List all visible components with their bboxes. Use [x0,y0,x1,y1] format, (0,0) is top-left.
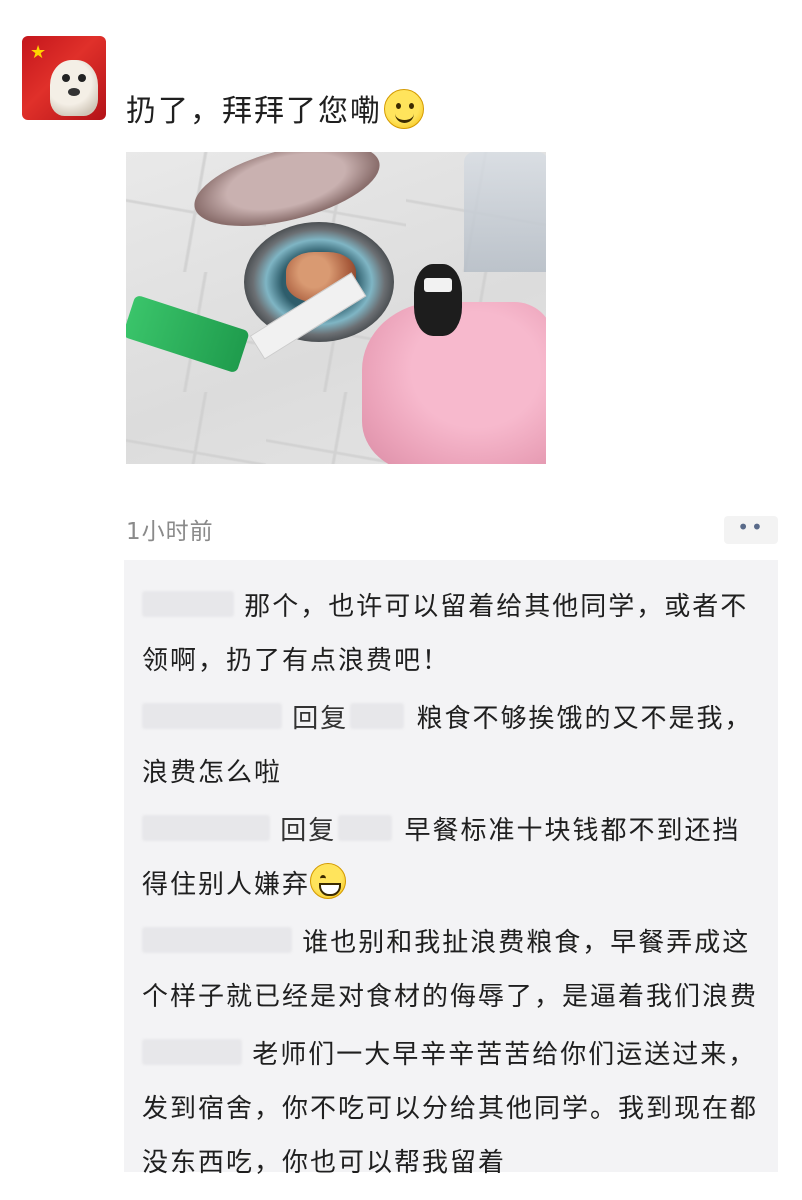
post-timestamp: 1小时前 [126,519,214,545]
smile-emoji-icon [384,89,424,129]
pet-photo [50,60,98,116]
comment-item[interactable]: 那个，也许可以留着给其他同学，或者不领啊，扔了有点浪费吧！ [142,580,760,688]
reply-target-redacted [338,815,393,841]
comment-author-redacted [142,815,270,841]
comment-author-redacted [142,703,282,729]
comments-panel: 那个，也许可以留着给其他同学，或者不领啊，扔了有点浪费吧！ 回复 粮食不够挨饿的… [124,560,778,1178]
comment-author-redacted [142,591,234,617]
more-options-button[interactable]: •• [724,516,778,544]
post-message: 扔了，拜拜了您嘞 [126,94,382,129]
comment-item[interactable]: 回复 粮食不够挨饿的又不是我，浪费怎么啦 [142,692,760,800]
grin-emoji-icon [310,863,347,899]
post-photo[interactable] [126,152,546,464]
comment-item[interactable]: 回复 早餐标准十块钱都不到还挡得住别人嫌弃 [142,804,760,912]
comment-item[interactable]: 谁也别和我扯浪费粮食，早餐弄成这个样子就已经是对食材的侮辱了，是逼着我们浪费 [142,916,760,1024]
reply-label: 回复 [292,704,349,734]
bottle-shape [464,152,546,272]
comment-author-redacted [142,927,292,953]
post-text: 扔了，拜拜了您嘞 [126,86,424,130]
slipper-shape [414,264,462,336]
comment-author-redacted [142,1039,242,1065]
reply-target-redacted [350,703,405,729]
reply-label: 回复 [280,816,337,846]
post-meta-row: 1小时前 •• [126,512,778,546]
avatar[interactable]: ★ [22,36,106,120]
comment-item[interactable]: 老师们一大早辛辛苦苦给你们运送过来，发到宿舍，你不吃可以分给其他同学。我到现在都… [142,1028,760,1190]
star-icon: ★ [30,42,47,63]
